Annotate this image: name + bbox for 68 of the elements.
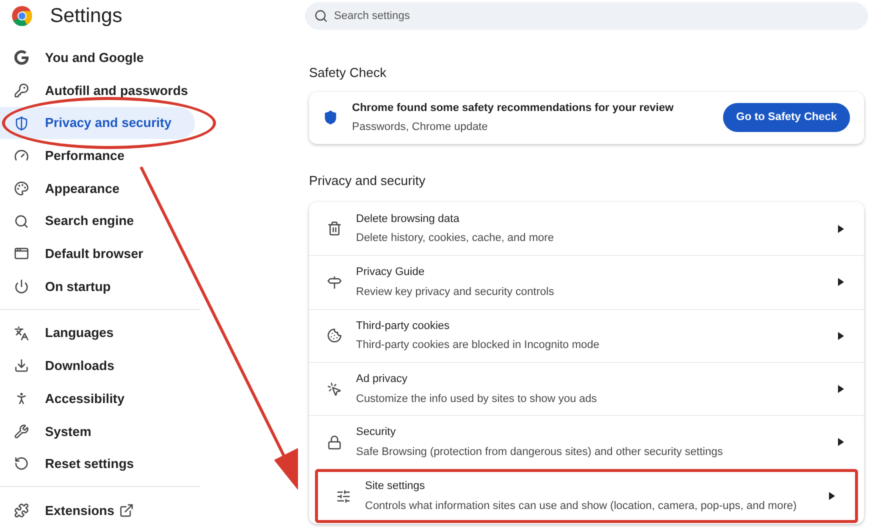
row-subtitle: Customize the info used by sites to show you ads (356, 392, 598, 407)
caret-icon (838, 224, 844, 233)
caret-icon (838, 332, 844, 340)
row-title: Ad privacy (356, 372, 408, 388)
sidebar-item[interactable]: On startup (0, 270, 195, 303)
power-icon (14, 279, 29, 294)
row-subtitle: Review key privacy and security controls (356, 284, 556, 300)
sidebar-item[interactable]: Privacy and security (0, 106, 195, 140)
sidebar-item[interactable]: Accessibility (0, 382, 195, 415)
signpost-icon (327, 274, 342, 290)
person-icon (14, 391, 29, 406)
wrench-icon (14, 424, 29, 439)
sidebar-item[interactable]: Extensions (0, 494, 195, 527)
row-subtitle: Safe Browsing (protection from dangerous sites) and other security settings (356, 444, 724, 460)
row-title: Site settings (365, 479, 426, 494)
sidebar-item[interactable]: You and Google (0, 41, 195, 74)
browser-logo-icon (12, 6, 32, 26)
search-icon (14, 214, 29, 229)
sidebar-item[interactable]: System (0, 414, 195, 448)
row-subtitle: Third-party cookies are blocked in Incognito mode (356, 338, 600, 354)
settings-row[interactable]: Privacy Guide Review key privacy and security controls (309, 255, 864, 309)
sidebar-item[interactable]: Languages (0, 316, 195, 350)
window-icon (14, 246, 29, 262)
sidebar-item[interactable]: Autofill and passwords (0, 74, 195, 107)
card-subtitle: Passwords, Chrome update (352, 120, 489, 135)
settings-row[interactable]: Security Safe Browsing (protection from dangerous sites) and other security settings (309, 415, 864, 468)
download-icon (14, 358, 29, 374)
settings-row[interactable]: Delete browsing data Delete history, cookies, cache, and more (309, 202, 864, 256)
sidebar-item[interactable]: Search engine (0, 204, 195, 238)
search-field[interactable]: Search settings (305, 2, 868, 30)
pointer-icon (327, 382, 342, 397)
trash-icon (327, 221, 342, 236)
section-heading: Safety Check (309, 64, 388, 82)
caret-icon (838, 278, 844, 286)
settings-row[interactable]: Site settings Controls what information sites can use and show (location, camera, pop-ups, and more) (315, 469, 858, 523)
sliders-icon (336, 488, 351, 504)
row-title: Delete browsing data (356, 212, 460, 227)
search-icon (314, 9, 328, 23)
row-title: Third-party cookies (356, 318, 451, 334)
g-logo-icon (14, 50, 29, 66)
key-icon (14, 82, 29, 98)
translate-icon (14, 326, 29, 341)
page-title: Settings (50, 4, 122, 29)
caret-icon (838, 438, 844, 446)
sidebar-item[interactable]: Default browser (0, 238, 195, 270)
card-title: Chrome found some safety recommendations for your review (352, 100, 675, 116)
reset-icon (14, 456, 29, 472)
safety-check-button[interactable]: Go to Safety Check (723, 103, 850, 132)
puzzle-icon (14, 503, 29, 518)
sidebar-item[interactable]: Reset settings (0, 448, 195, 480)
sidebar-item[interactable]: Performance (0, 139, 195, 172)
row-subtitle: Delete history, cookies, cache, and more (356, 231, 555, 246)
sidebar-item[interactable]: Appearance (0, 172, 195, 205)
settings-row[interactable]: Ad privacy Customize the info used by sites to show you ads (309, 362, 864, 416)
gauge-icon (14, 148, 29, 164)
cookie-icon (327, 328, 342, 344)
shield-icon (14, 116, 29, 131)
row-title: Privacy Guide (356, 265, 426, 280)
caret-icon (829, 492, 835, 500)
sidebar-item[interactable]: Downloads (0, 350, 195, 382)
lock-icon (327, 434, 342, 450)
caret-icon (838, 385, 844, 394)
shield-icon (323, 110, 338, 125)
row-title: Security (356, 425, 397, 440)
palette-icon (14, 180, 29, 196)
section-heading: Privacy and security (309, 172, 426, 190)
row-subtitle: Controls what information sites can use and show (location, camera, pop-ups, and more) (365, 498, 798, 514)
settings-row[interactable]: Third-party cookies Third-party cookies are blocked in Incognito mode (309, 308, 864, 362)
